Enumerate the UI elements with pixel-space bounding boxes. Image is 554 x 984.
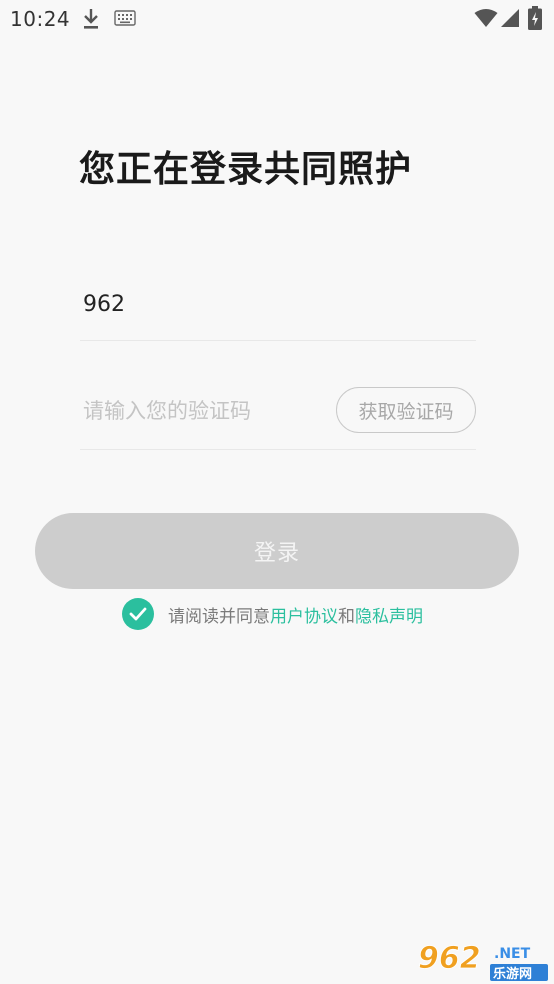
verification-code-input[interactable] bbox=[80, 389, 323, 433]
battery-charging-icon bbox=[528, 6, 542, 30]
phone-field-row bbox=[80, 280, 479, 341]
agreement-and: 和 bbox=[338, 606, 355, 627]
phone-input[interactable] bbox=[80, 280, 479, 328]
download-icon bbox=[84, 9, 98, 29]
privacy-policy-link[interactable]: 隐私声明 bbox=[355, 607, 423, 627]
status-bar: 10:24 bbox=[0, 0, 554, 38]
status-time: 10:24 bbox=[10, 7, 71, 31]
watermark-logo: 962 .NET 乐游网 bbox=[414, 938, 550, 982]
agreement-row: 请阅读并同意用户协议和隐私声明 bbox=[122, 598, 423, 630]
watermark-cn-text: 乐游网 bbox=[493, 966, 532, 982]
checkmark-icon bbox=[129, 607, 147, 621]
page-title: 您正在登录共同照护 bbox=[79, 149, 413, 190]
get-code-button[interactable]: 获取验证码 bbox=[336, 387, 476, 433]
agree-checkbox[interactable] bbox=[122, 598, 154, 630]
watermark-net-text: .NET bbox=[494, 946, 531, 962]
login-button[interactable]: 登录 bbox=[35, 513, 519, 589]
user-agreement-link[interactable]: 用户协议 bbox=[270, 607, 338, 627]
watermark-main-text: 962 bbox=[418, 941, 481, 976]
code-field-row: 获取验证码 bbox=[80, 385, 476, 450]
keyboard-icon bbox=[114, 10, 136, 26]
agreement-prefix: 请阅读并同意 bbox=[168, 606, 270, 627]
agreement-text: 请阅读并同意用户协议和隐私声明 bbox=[168, 602, 423, 627]
wifi-icon bbox=[474, 9, 498, 27]
signal-icon bbox=[501, 9, 519, 27]
